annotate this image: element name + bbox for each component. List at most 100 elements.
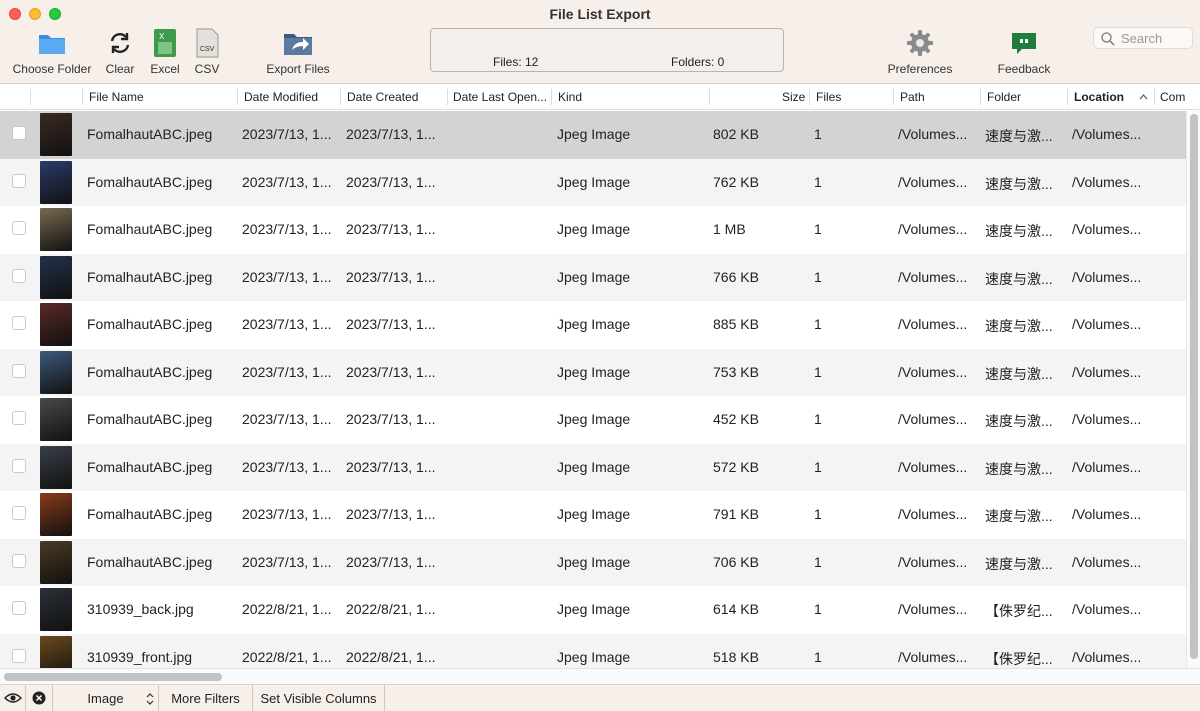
table-row[interactable]: FomalhautABC.jpeg 2023/7/13, 1... 2023/7/1… [0,396,1186,444]
location-cell: /Volumes... [1072,173,1142,190]
preferences-button[interactable]: Preferences [886,28,954,76]
column-date-modified[interactable]: Date Modified [244,90,318,104]
excel-export-button[interactable]: X Excel [148,28,182,76]
folder-cell: 【侏罗纪... [985,650,1053,667]
table-row[interactable]: 310939_front.jpg 2022/8/21, 1... 2022/8/21… [0,633,1186,668]
more-filters-button[interactable]: More Filters [159,685,253,711]
table-row[interactable]: FomalhautABC.jpeg 2023/7/13, 1... 2023/7/1… [0,538,1186,586]
column-comments[interactable]: Com [1160,90,1185,104]
status-panel: Files: 12 Folders: 0 [430,28,784,72]
table-row[interactable]: FomalhautABC.jpeg 2023/7/13, 1... 2023/7/1… [0,443,1186,491]
column-kind[interactable]: Kind [558,90,582,104]
file-thumbnail [40,160,72,204]
svg-text:X: X [159,32,165,41]
size-cell: 802 KB [713,126,759,142]
feedback-icon [1012,33,1036,54]
row-checkbox[interactable] [12,458,26,473]
column-files[interactable]: Files [816,90,841,104]
files-cell: 1 [814,648,822,665]
column-path[interactable]: Path [900,90,925,104]
set-visible-columns-button[interactable]: Set Visible Columns [253,685,385,711]
kind-cell: Jpeg Image [557,411,631,427]
path-cell: /Volumes... [898,173,968,190]
folder-icon [39,35,65,54]
kind-cell: Jpeg Image [557,363,631,380]
kind-cell: Jpeg Image [557,221,631,237]
path-cell: /Volumes... [898,601,968,617]
column-folder[interactable]: Folder [987,90,1021,104]
eye-icon [3,693,22,703]
folder-cell: 速度与激... [985,460,1053,477]
files-cell: 1 [814,126,822,142]
horizontal-scrollbar[interactable] [0,668,1200,684]
location-cell: /Volumes... [1072,601,1142,617]
filter-type-select[interactable]: Image [53,685,159,711]
size-cell: 452 KB [713,411,759,427]
table-row[interactable]: 310939_back.jpg 2022/8/21, 1... 2022/8/21,… [0,586,1186,634]
title-bar: File List Export Choose Folder Clear X E… [0,0,1200,84]
date-modified-cell: 2023/7/13, 1... [242,458,332,475]
row-checkbox[interactable] [12,553,26,568]
folder-cell: 速度与激... [985,128,1053,144]
table-row[interactable]: FomalhautABC.jpeg 2023/7/13, 1... 2023/7/1… [0,348,1186,396]
file-name-cell: FomalhautABC.jpeg [87,173,213,190]
kind-cell: Jpeg Image [557,601,631,617]
row-checkbox[interactable] [12,268,26,283]
size-cell: 614 KB [713,601,759,617]
kind-cell: Jpeg Image [557,553,631,570]
feedback-button[interactable]: Feedback [996,28,1052,76]
date-modified-cell: 2023/7/13, 1... [242,553,332,570]
csv-file-icon: CSV [196,28,219,58]
export-files-button[interactable]: Export Files [262,28,334,76]
file-name-cell: FomalhautABC.jpeg [87,411,213,427]
column-file-name[interactable]: File Name [89,90,144,104]
column-date-last-opened[interactable]: Date Last Open... [453,90,547,104]
row-checkbox[interactable] [12,316,26,330]
choose-folder-button[interactable]: Choose Folder [12,28,92,76]
row-checkbox[interactable] [12,221,26,235]
kind-cell: Jpeg Image [557,316,631,332]
path-cell: /Volumes... [898,316,968,332]
date-created-cell: 2023/7/13, 1... [346,126,436,142]
table-row[interactable]: FomalhautABC.jpeg 2023/7/13, 1... 2023/7/1… [0,158,1186,206]
files-cell: 1 [814,316,822,332]
file-list-table: FomalhautABC.jpeg 2023/7/13, 1... 2023/7/1… [0,111,1186,668]
visibility-toggle[interactable] [0,685,26,711]
csv-export-button[interactable]: CSV CSV [190,28,224,76]
kind-cell: Jpeg Image [557,506,631,522]
date-modified-cell: 2023/7/13, 1... [242,411,332,427]
table-row[interactable]: FomalhautABC.jpeg 2023/7/13, 1... 2023/7/1… [0,491,1186,539]
row-checkbox[interactable] [12,648,26,663]
row-checkbox[interactable] [12,126,26,140]
file-name-cell: FomalhautABC.jpeg [87,458,213,475]
table-row[interactable]: FomalhautABC.jpeg 2023/7/13, 1... 2023/7/1… [0,206,1186,254]
file-name-cell: FomalhautABC.jpeg [87,316,213,332]
row-checkbox[interactable] [12,411,26,425]
table-row[interactable]: FomalhautABC.jpeg 2023/7/13, 1... 2023/7/1… [0,111,1186,159]
date-modified-cell: 2023/7/13, 1... [242,363,332,380]
vertical-scrollbar[interactable] [1186,111,1200,668]
row-checkbox[interactable] [12,506,26,520]
row-checkbox[interactable] [12,173,26,188]
size-cell: 885 KB [713,316,759,332]
table-row[interactable]: FomalhautABC.jpeg 2023/7/13, 1... 2023/7/1… [0,301,1186,349]
column-date-created[interactable]: Date Created [347,90,418,104]
search-field[interactable]: Search [1093,27,1193,49]
row-checkbox[interactable] [12,363,26,378]
clear-filter-button[interactable] [26,685,53,711]
path-cell: /Volumes... [898,553,968,570]
row-checkbox[interactable] [12,601,26,615]
clear-button[interactable]: Clear [103,28,137,76]
search-placeholder: Search [1121,31,1163,46]
column-location[interactable]: Location [1074,90,1124,104]
date-created-cell: 2023/7/13, 1... [346,458,436,475]
folder-cell: 速度与激... [985,508,1053,524]
table-row[interactable]: FomalhautABC.jpeg 2023/7/13, 1... 2023/7/1… [0,253,1186,301]
path-cell: /Volumes... [898,268,968,285]
column-size[interactable]: Size [782,90,805,104]
folder-cell: 速度与激... [985,318,1053,334]
file-thumbnail [40,208,72,251]
search-icon [1101,32,1115,46]
kind-cell: Jpeg Image [557,648,631,665]
location-cell: /Volumes... [1072,363,1142,380]
